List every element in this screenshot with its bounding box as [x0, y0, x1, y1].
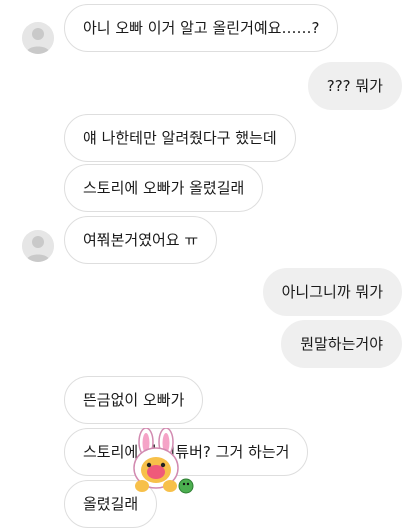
outgoing-message[interactable]: ??? 뭐가	[307, 62, 402, 110]
outgoing-message[interactable]: 아니그니까 뭐가	[262, 268, 402, 316]
person-icon	[22, 230, 54, 262]
person-icon	[22, 22, 54, 54]
sender-avatar[interactable]	[22, 230, 54, 262]
bunny-character-sticker-icon	[133, 428, 194, 494]
incoming-message[interactable]: 스토리에 오빠가 올렸길래	[64, 164, 264, 212]
incoming-message[interactable]: 얘 나한테만 알려줬다구 했는데	[64, 114, 296, 162]
incoming-message[interactable]: 뜬금없이 오빠가	[64, 376, 204, 424]
incoming-message[interactable]: 여쭤본거였어요 ㅠ	[64, 216, 218, 264]
incoming-message[interactable]: 아니 오빠 이거 알고 올린거예요……?	[64, 4, 339, 52]
outgoing-message[interactable]: 뭔말하는거야	[281, 320, 402, 368]
sender-avatar[interactable]	[22, 22, 54, 54]
